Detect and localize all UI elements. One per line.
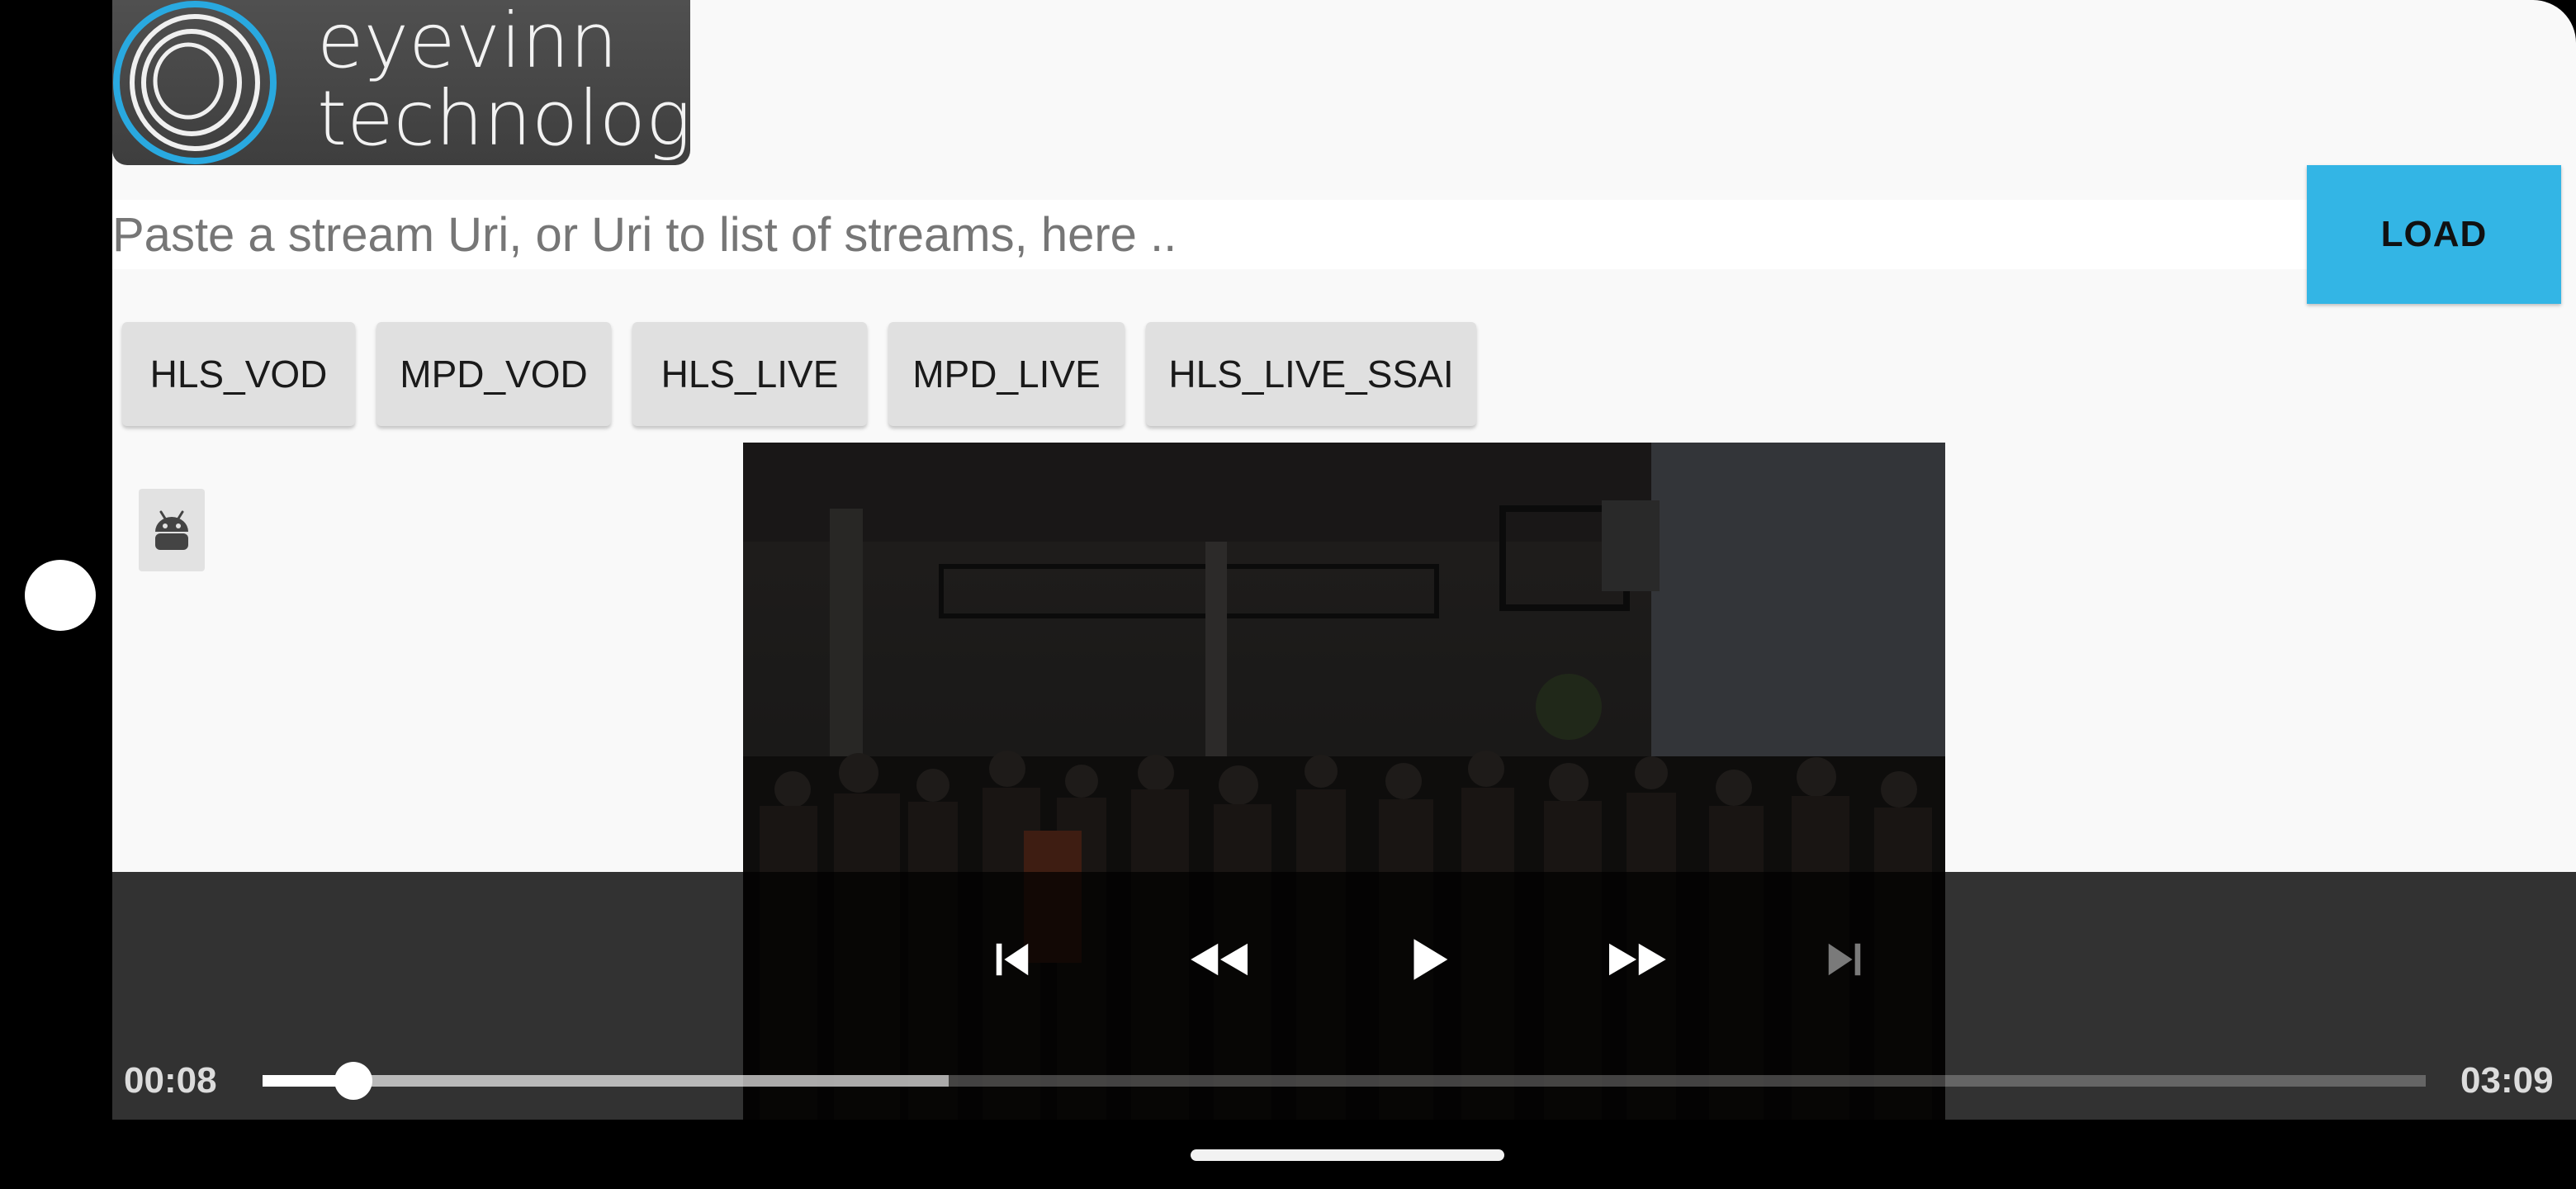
logo-word-eyevinn: eyevinn xyxy=(317,0,618,85)
front-camera xyxy=(25,560,96,631)
skip-previous-icon xyxy=(996,943,1029,976)
gesture-nav-handle[interactable] xyxy=(1191,1149,1504,1161)
video-dim-overlay xyxy=(743,443,1945,872)
eyevinn-logo-mark-icon xyxy=(113,1,277,164)
previous-button[interactable] xyxy=(971,918,1054,1001)
fast-forward-button[interactable] xyxy=(1595,918,1678,1001)
seek-bar[interactable] xyxy=(263,1062,2426,1100)
rewind-icon xyxy=(1191,943,1248,976)
preset-hls-live-ssai-button[interactable]: HLS_LIVE_SSAI xyxy=(1146,322,1476,426)
current-position: 00:08 xyxy=(124,1060,217,1101)
seek-bar-scrubber[interactable] xyxy=(334,1062,373,1100)
device-frame: eyevinn technology LOAD HLS_VOD MPD_VOD … xyxy=(0,0,2576,1189)
android-icon xyxy=(155,510,188,550)
eyevinn-logo: eyevinn technology xyxy=(112,0,690,165)
stream-uri-input[interactable] xyxy=(112,200,2308,269)
preset-mpd-vod-button[interactable]: MPD_VOD xyxy=(376,322,611,426)
play-icon xyxy=(1413,939,1448,980)
duration: 03:09 xyxy=(2460,1060,2554,1101)
skip-next-icon xyxy=(1828,943,1861,976)
rewind-button[interactable] xyxy=(1179,918,1262,1001)
fast-forward-icon xyxy=(1609,943,1666,976)
logo-word-technology: technology xyxy=(317,74,690,163)
preset-mpd-live-button[interactable]: MPD_LIVE xyxy=(888,322,1125,426)
preset-stream-buttons: HLS_VOD MPD_VOD HLS_LIVE MPD_LIVE HLS_LI… xyxy=(122,322,1476,426)
load-button[interactable]: LOAD xyxy=(2307,165,2561,304)
preset-hls-vod-button[interactable]: HLS_VOD xyxy=(122,322,355,426)
android-button[interactable] xyxy=(139,489,205,571)
app-screen: eyevinn technology LOAD HLS_VOD MPD_VOD … xyxy=(112,0,2576,1120)
next-button[interactable] xyxy=(1803,918,1886,1001)
play-button[interactable] xyxy=(1387,918,1470,1001)
preset-hls-live-button[interactable]: HLS_LIVE xyxy=(632,322,867,426)
